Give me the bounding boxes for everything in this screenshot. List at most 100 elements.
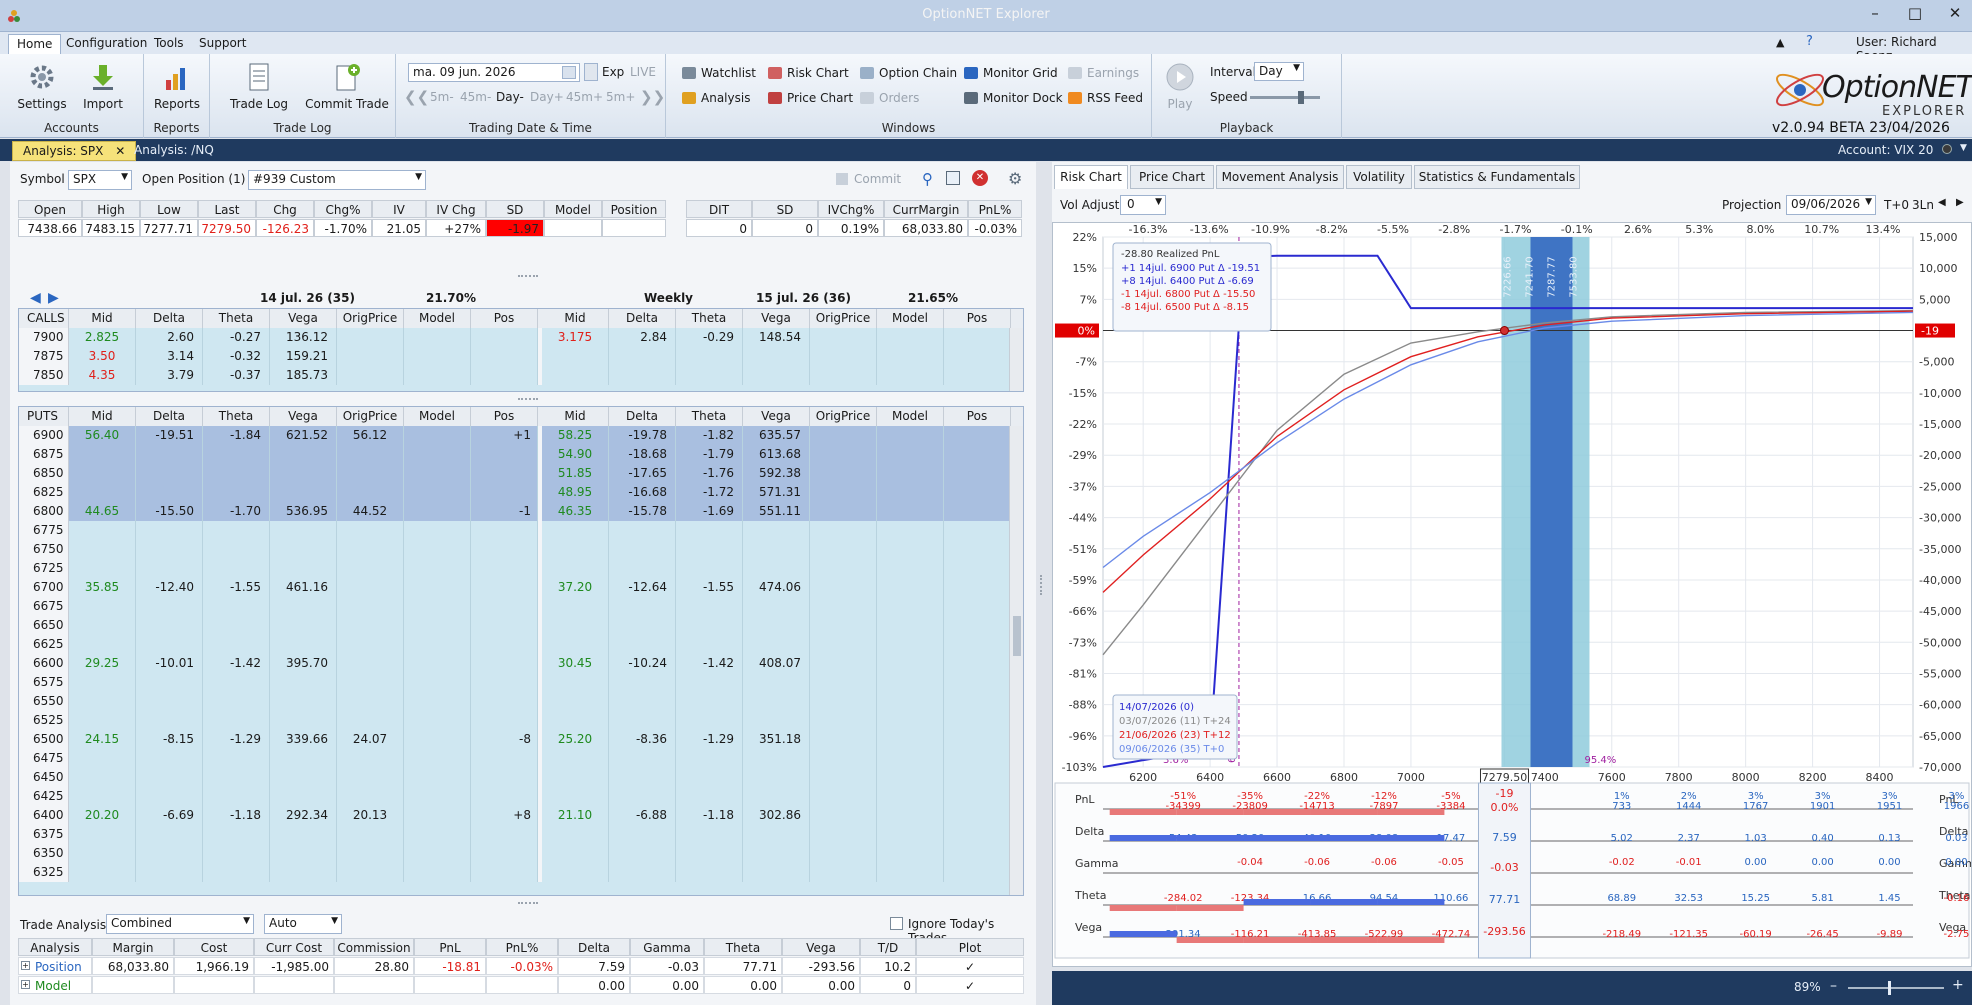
chain-cell[interactable] — [944, 711, 1011, 730]
chain-cell[interactable] — [69, 445, 136, 464]
chain-cell[interactable] — [877, 711, 944, 730]
chain-cell[interactable] — [609, 844, 676, 863]
chain-cell[interactable] — [877, 730, 944, 749]
chain-cell[interactable]: -12.64 — [609, 578, 676, 597]
chain-cell[interactable]: 30.45 — [542, 654, 609, 673]
chain-cell[interactable] — [270, 673, 337, 692]
chain-cell[interactable] — [609, 749, 676, 768]
chain-cell[interactable] — [471, 654, 538, 673]
chain-cell[interactable] — [743, 844, 810, 863]
chain-cell[interactable] — [270, 483, 337, 502]
chain-cell[interactable] — [136, 445, 203, 464]
chain-cell[interactable] — [743, 347, 810, 366]
chain-cell[interactable]: 21.10 — [542, 806, 609, 825]
chain-cell[interactable]: -8.15 — [136, 730, 203, 749]
chain-cell[interactable] — [944, 787, 1011, 806]
chain-cell[interactable] — [609, 521, 676, 540]
chain-cell[interactable] — [810, 328, 877, 347]
chain-cell[interactable]: -1.69 — [676, 502, 743, 521]
chain-cell[interactable] — [471, 578, 538, 597]
chain-cell[interactable] — [404, 863, 471, 882]
chain-cell[interactable] — [203, 749, 270, 768]
splitter-handle[interactable] — [518, 275, 538, 279]
chain-cell[interactable] — [136, 768, 203, 787]
chain-cell[interactable] — [471, 347, 538, 366]
chain-cell[interactable] — [877, 787, 944, 806]
risk-chart-svg[interactable]: 7226.667241.707287.777533.806486.1722%15… — [1053, 223, 1972, 966]
gear-icon[interactable]: ⚙ — [1008, 169, 1022, 188]
chain-cell[interactable] — [471, 768, 538, 787]
chain-cell[interactable]: 20.20 — [69, 806, 136, 825]
reports-button[interactable]: Reports — [150, 62, 204, 111]
chain-cell[interactable] — [136, 597, 203, 616]
risk-chart[interactable]: 7226.667241.707287.777533.806486.1722%15… — [1052, 222, 1972, 967]
chain-cell[interactable] — [676, 692, 743, 711]
chain-cell[interactable]: 2.84 — [609, 328, 676, 347]
chain-cell[interactable] — [404, 366, 471, 385]
chain-cell[interactable] — [136, 635, 203, 654]
chain-cell[interactable]: -1.55 — [676, 578, 743, 597]
chain-cell[interactable] — [404, 445, 471, 464]
chain-cell[interactable] — [676, 768, 743, 787]
table-row[interactable]: 6825 48.95 -16.68 -1.72 571.31 — [19, 483, 1023, 502]
close-icon[interactable]: ✕ — [1940, 4, 1970, 26]
chain-cell[interactable] — [136, 749, 203, 768]
chain-cell[interactable] — [69, 597, 136, 616]
chain-cell[interactable] — [404, 673, 471, 692]
chain-cell[interactable]: -6.69 — [136, 806, 203, 825]
chain-cell[interactable] — [877, 483, 944, 502]
chain-cell[interactable] — [337, 749, 404, 768]
chain-cell[interactable] — [337, 711, 404, 730]
chain-cell[interactable] — [810, 825, 877, 844]
chain-cell[interactable] — [944, 768, 1011, 787]
orders-button[interactable]: Orders — [860, 91, 919, 105]
minimize-icon[interactable]: – — [1860, 4, 1890, 26]
zoom-slider[interactable] — [1848, 981, 1944, 995]
chain-cell[interactable] — [944, 328, 1011, 347]
chain-cell[interactable] — [69, 521, 136, 540]
chain-cell[interactable] — [542, 673, 609, 692]
chain-cell[interactable] — [810, 445, 877, 464]
chain-cell[interactable] — [471, 616, 538, 635]
chain-cell[interactable] — [743, 711, 810, 730]
chain-cell[interactable] — [69, 540, 136, 559]
chain-cell[interactable] — [609, 711, 676, 730]
chain-cell[interactable]: 54.90 — [542, 445, 609, 464]
chain-cell[interactable] — [944, 540, 1011, 559]
table-row[interactable]: 6350 — [19, 844, 1023, 863]
chain-cell[interactable] — [203, 768, 270, 787]
commit-button[interactable]: Commit — [836, 172, 901, 186]
chain-cell[interactable]: -0.27 — [203, 328, 270, 347]
chain-cell[interactable] — [609, 559, 676, 578]
chain-cell[interactable]: 35.85 — [69, 578, 136, 597]
chain-cell[interactable] — [337, 654, 404, 673]
plot-checkbox[interactable]: ✓ — [916, 957, 1024, 975]
chain-cell[interactable]: 292.34 — [270, 806, 337, 825]
chain-cell[interactable] — [743, 540, 810, 559]
interval-select[interactable]: Day ▼ — [1254, 62, 1304, 81]
chain-cell[interactable] — [676, 787, 743, 806]
chain-cell[interactable] — [676, 559, 743, 578]
chain-cell[interactable]: 25.20 — [542, 730, 609, 749]
trading-date-input[interactable]: ma. 09 jun. 2026 — [408, 63, 580, 82]
table-row[interactable]: 6500 24.15 -8.15 -1.29 339.66 24.07 -8 25.20 -8.… — [19, 730, 1023, 749]
chain-cell[interactable] — [69, 673, 136, 692]
chain-cell[interactable] — [877, 692, 944, 711]
chain-cell[interactable] — [810, 521, 877, 540]
chain-cell[interactable]: 24.07 — [337, 730, 404, 749]
menu-support[interactable]: Support — [191, 34, 254, 54]
chain-cell[interactable] — [542, 768, 609, 787]
table-row[interactable]: 7900 2.825 2.60 -0.27 136.12 3.175 2.84 -0.29 14… — [19, 328, 1023, 347]
chain-cell[interactable]: 4.35 — [69, 366, 136, 385]
chain-cell[interactable] — [877, 844, 944, 863]
chain-cell[interactable] — [810, 730, 877, 749]
chain-cell[interactable] — [676, 673, 743, 692]
chain-cell[interactable]: 551.11 — [743, 502, 810, 521]
chain-cell[interactable] — [944, 483, 1011, 502]
vol-adjust-input[interactable]: 0 ▼ — [1120, 195, 1166, 215]
chain-cell[interactable] — [743, 673, 810, 692]
chain-cell[interactable] — [136, 540, 203, 559]
chain-cell[interactable] — [337, 464, 404, 483]
settings-button[interactable]: Settings — [12, 62, 72, 111]
chain-cell[interactable] — [609, 825, 676, 844]
